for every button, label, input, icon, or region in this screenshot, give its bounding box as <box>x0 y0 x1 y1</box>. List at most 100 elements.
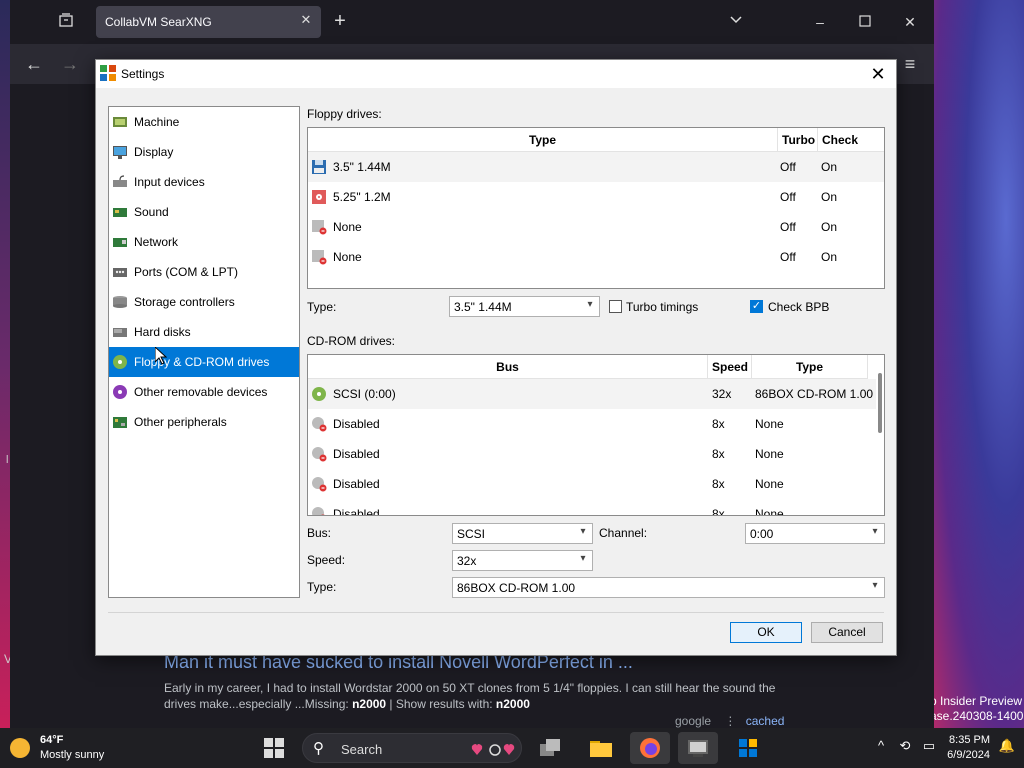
dialog-titlebar[interactable]: Settings ✕ <box>96 60 896 88</box>
firefox-icon <box>640 738 660 758</box>
cancel-button[interactable]: Cancel <box>811 622 883 643</box>
table-row[interactable]: 5.25" 1.2M Off On <box>308 182 884 212</box>
tab-list-icon[interactable] <box>56 12 76 32</box>
notification-bell-icon[interactable]: 🔔 <box>998 738 1016 758</box>
weather-desc[interactable]: Mostly sunny <box>40 749 104 761</box>
table-row[interactable]: Disabled 8x None <box>308 439 876 469</box>
chevron-down-icon: ▾ <box>872 580 878 591</box>
chevron-down-icon[interactable] <box>724 10 748 34</box>
table-row[interactable]: Disabled 8x None <box>308 409 876 439</box>
cdrom-bus-cell: Disabled <box>333 507 380 516</box>
cdrom-header-bus[interactable]: Bus <box>308 355 708 379</box>
category-other-peripherals[interactable]: Other peripherals <box>109 407 299 437</box>
cdrom-speed-label: Speed: <box>307 553 346 567</box>
floppy-cdrom-icon <box>113 355 127 369</box>
table-row[interactable]: SCSI (0:00) 32x 86BOX CD-ROM 1.00 <box>308 379 876 409</box>
table-row[interactable]: None Off On <box>308 212 884 242</box>
windows-logo-icon <box>264 738 284 758</box>
category-hard-disks[interactable]: Hard disks <box>109 317 299 347</box>
category-label: Network <box>134 235 179 249</box>
file-explorer-button[interactable] <box>581 732 621 764</box>
cdrom-channel-value: 0:00 <box>750 527 774 541</box>
cdrom-header-speed[interactable]: Speed <box>708 355 752 379</box>
category-machine[interactable]: Machine <box>109 107 299 137</box>
cdrom-speed-select[interactable]: 32x ▾ <box>452 550 593 571</box>
floppy-type-select[interactable]: 3.5" 1.44M ▾ <box>449 296 600 317</box>
search-label: Search <box>341 742 383 757</box>
86box-taskbar-button[interactable] <box>678 732 718 764</box>
forward-icon[interactable]: → <box>58 52 82 76</box>
sync-icon[interactable]: ⟲ <box>896 738 914 758</box>
tab-close-icon[interactable]: ✕ <box>297 12 315 30</box>
watermark-line-2: ase.240308-1400 <box>930 709 1024 723</box>
category-display[interactable]: Display <box>109 137 299 167</box>
firefox-button[interactable] <box>630 732 670 764</box>
floppy-type-cell: 3.5" 1.44M <box>333 160 391 174</box>
display-icon <box>113 146 127 159</box>
category-other-removable[interactable]: Other removable devices <box>109 377 299 407</box>
dialog-close-icon[interactable]: ✕ <box>866 63 890 85</box>
minimize-icon[interactable]: – <box>808 10 832 34</box>
check-bpb-checkbox[interactable]: ✓ <box>750 300 763 313</box>
cdrom-speed-cell: 8x <box>712 477 725 491</box>
watermark-line-1: p Insider Preview <box>930 694 1023 708</box>
cached-link[interactable]: cached <box>746 714 785 728</box>
store-app-button[interactable] <box>728 732 768 764</box>
cdrom-scrollbar[interactable] <box>877 355 884 515</box>
tab-bar: CollabVM SearXNG ✕ + – ✕ <box>10 0 934 44</box>
dialog-title: Settings <box>121 67 165 81</box>
snippet-show-term[interactable]: n2000 <box>496 697 530 711</box>
result-links: google ⋮ cached <box>675 714 784 728</box>
task-view-button[interactable] <box>530 732 570 764</box>
category-floppy-cdrom[interactable]: Floppy & CD-ROM drives <box>109 347 299 377</box>
search-icon: ⚲ <box>313 740 324 757</box>
scrollbar-thumb[interactable] <box>878 373 882 433</box>
table-row[interactable]: None Off On <box>308 242 884 272</box>
weather-temp[interactable]: 64°F <box>40 734 63 746</box>
machine-icon <box>113 117 127 127</box>
floppy-35-icon <box>312 160 326 174</box>
floppy-type-cell: None <box>333 250 362 264</box>
network-tray-icon[interactable]: ▭ <box>920 738 938 758</box>
category-sound[interactable]: Sound <box>109 197 299 227</box>
input-icon <box>113 175 127 187</box>
chevron-up-icon[interactable]: ^ <box>872 738 890 758</box>
table-row[interactable]: 3.5" 1.44M Off On <box>308 152 884 182</box>
category-label: Machine <box>134 115 180 129</box>
turbo-timings-checkbox[interactable] <box>609 300 622 313</box>
menu-icon[interactable]: ≡ <box>898 52 922 76</box>
cdrom-channel-label: Channel: <box>599 526 648 540</box>
category-label: Display <box>134 145 174 159</box>
category-ports[interactable]: Ports (COM & LPT) <box>109 257 299 287</box>
table-row[interactable]: Disabled 8x None <box>308 499 876 516</box>
snippet-missing-term: n2000 <box>352 697 387 711</box>
window-close-icon[interactable]: ✕ <box>898 10 922 34</box>
tab-collabvm-searxng[interactable]: CollabVM SearXNG ✕ <box>96 6 321 38</box>
app-grid-icon <box>739 739 757 757</box>
storage-icon <box>113 296 127 308</box>
cdrom-header-type[interactable]: Type <box>752 355 868 379</box>
floppy-type-value: 3.5" 1.44M <box>454 300 512 314</box>
table-row[interactable]: Disabled 8x None <box>308 469 876 499</box>
category-network[interactable]: Network <box>109 227 299 257</box>
clock-date[interactable]: 6/9/2024 <box>942 749 990 761</box>
floppy-header-turbo[interactable]: Turbo <box>778 128 818 152</box>
start-button[interactable] <box>254 732 294 764</box>
new-tab-icon[interactable]: + <box>328 10 352 34</box>
category-input-devices[interactable]: Input devices <box>109 167 299 197</box>
floppy-header-check-bpb[interactable]: Check BPB <box>818 128 884 171</box>
floppy-header-type[interactable]: Type <box>308 128 778 152</box>
taskbar-search[interactable]: ⚲ Search <box>302 733 522 763</box>
cdrom-bus-select[interactable]: SCSI ▾ <box>452 523 593 544</box>
ok-button[interactable]: OK <box>730 622 802 643</box>
category-storage-controllers[interactable]: Storage controllers <box>109 287 299 317</box>
maximize-icon[interactable] <box>853 10 877 34</box>
turbo-timings-label: Turbo timings <box>626 300 699 314</box>
cdrom-channel-select[interactable]: 0:00 ▾ <box>745 523 885 544</box>
check-bpb-label: Check BPB <box>768 300 830 314</box>
back-icon[interactable]: ← <box>22 52 46 76</box>
cdrom-disabled-icon <box>312 447 327 462</box>
weather-sun-icon[interactable] <box>10 738 30 758</box>
cdrom-type-select[interactable]: 86BOX CD-ROM 1.00 ▾ <box>452 577 885 598</box>
clock-time[interactable]: 8:35 PM <box>948 734 990 746</box>
